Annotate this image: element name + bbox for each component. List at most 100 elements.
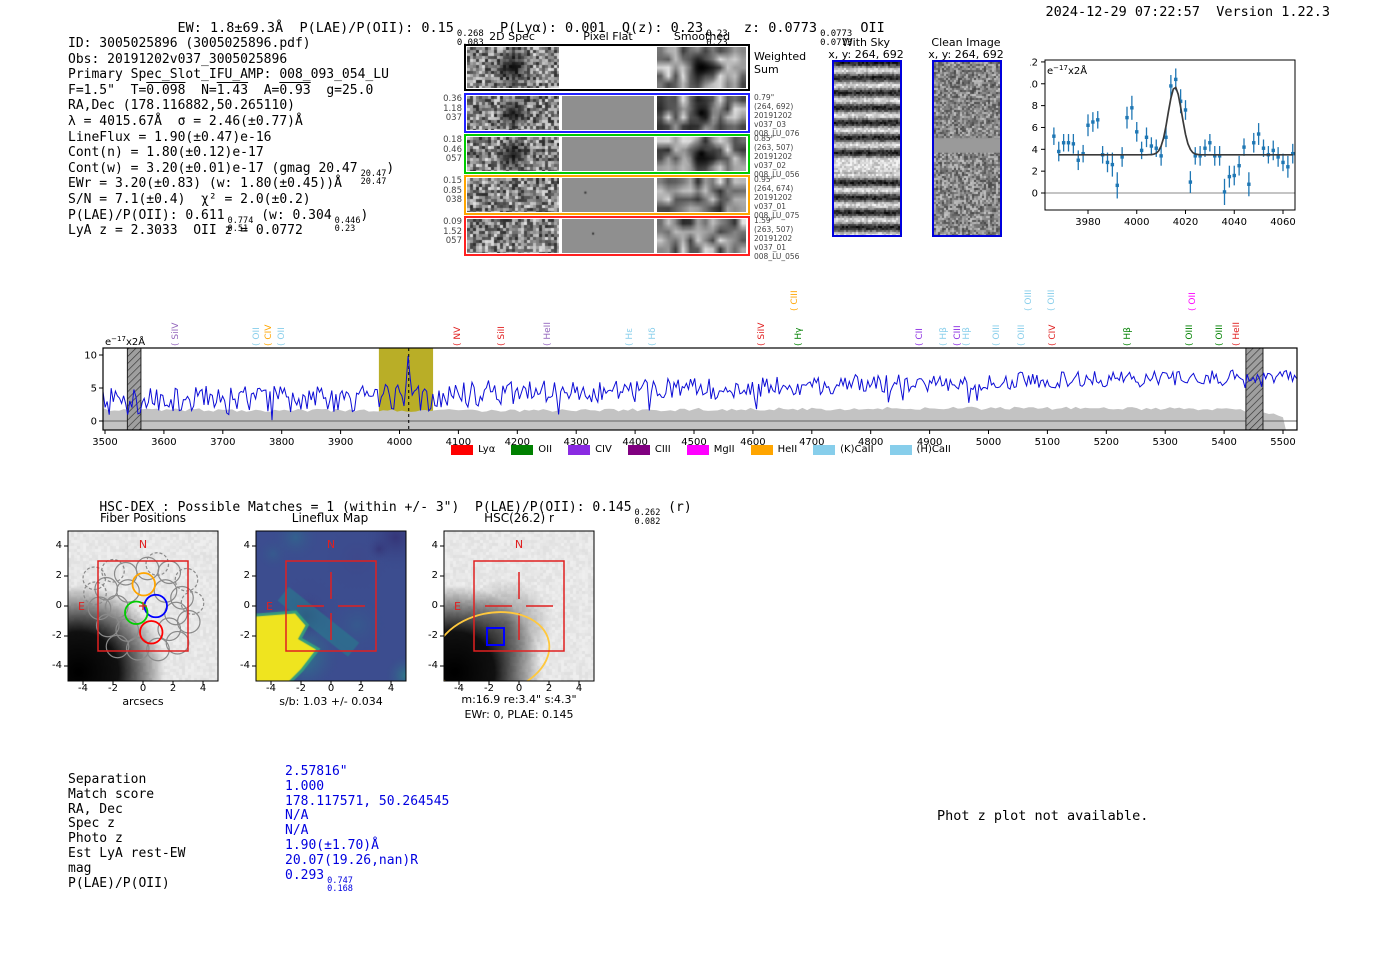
svg-text:N: N bbox=[515, 538, 523, 551]
svg-text:E: E bbox=[78, 600, 85, 613]
lineflux-map-title: Lineflux Map bbox=[250, 511, 410, 525]
svg-text:2: 2 bbox=[1032, 167, 1038, 178]
panel-ytick: -2 bbox=[230, 630, 250, 641]
2d-spec-cell bbox=[467, 137, 559, 171]
panel-xtick: -2 bbox=[101, 683, 125, 694]
legend-item-heii: HeII bbox=[751, 444, 798, 455]
line-label-nv: ( NV bbox=[452, 286, 464, 346]
panel-xtick: -2 bbox=[289, 683, 313, 694]
panel-ytick: 2 bbox=[42, 570, 62, 581]
timestamp-version: 2024-12-29 07:22:57 Version 1.22.3 bbox=[1046, 4, 1330, 20]
2d-spec-cell bbox=[467, 219, 559, 253]
line-label-hδ: ( Hδ bbox=[647, 286, 659, 346]
svg-text:0: 0 bbox=[91, 417, 97, 428]
line-label-oiii: ( OIII bbox=[1023, 251, 1035, 311]
spectrum-legend: LyαOIICIVCIIIMgIIHeII(K)CaII(H)CaII bbox=[105, 444, 1297, 455]
withsky-canvas bbox=[834, 62, 900, 235]
svg-text:4: 4 bbox=[1032, 145, 1038, 156]
legend-swatch bbox=[568, 445, 590, 455]
match-label: mag bbox=[68, 861, 91, 876]
legend-item-mgii: MgII bbox=[687, 444, 735, 455]
ew-value: EW: 1.8±69.3Å bbox=[178, 20, 284, 36]
fiber-positions-title: Fiber Positions bbox=[63, 511, 223, 525]
hsc-dex-errors: 0.2620.082 bbox=[635, 509, 661, 526]
match-label: RA, Dec bbox=[68, 802, 123, 817]
info-line: λ = 4015.67Å σ = 2.46(±0.77)Å bbox=[68, 114, 394, 130]
panel-ytick: -4 bbox=[42, 660, 62, 671]
svg-text:5: 5 bbox=[91, 384, 97, 395]
2d-spec-row bbox=[464, 93, 750, 133]
info-line: Primary Spec_Slot_IFU_AMP: 008_093_054_L… bbox=[68, 67, 394, 83]
panel-xtick: -4 bbox=[259, 683, 283, 694]
match-value: N/A bbox=[285, 823, 308, 838]
line-label-oii: ( OII bbox=[251, 286, 263, 346]
line-fit-chart: 39804000402040404060024681012e−17x2Å bbox=[1030, 45, 1320, 230]
hsc-xlabel-1: m:16.9 re:3.4" s:4.3" bbox=[419, 693, 619, 706]
legend-item-ly: Lyα bbox=[451, 444, 495, 455]
panel-xtick: 2 bbox=[349, 683, 373, 694]
2d-flat-cell bbox=[562, 47, 654, 88]
line-label-hβ: ( Hβ bbox=[961, 286, 973, 346]
line-label-heii: ( HeII bbox=[1231, 286, 1243, 346]
panel-xtick: 4 bbox=[191, 683, 215, 694]
fiber-overlay: NE bbox=[62, 525, 224, 691]
legend-item-oii: OII bbox=[511, 444, 552, 455]
svg-text:4060: 4060 bbox=[1270, 217, 1295, 228]
match-label: Match score bbox=[68, 787, 154, 802]
hsc-dex-filter: (r) bbox=[660, 500, 691, 515]
2d-smoothed-cell bbox=[657, 178, 746, 212]
panel-ytick: -4 bbox=[230, 660, 250, 671]
line-label-cii: ( CII bbox=[914, 286, 926, 346]
info-line: LineFlux = 1.90(±0.47)e-16 bbox=[68, 130, 394, 146]
match-value: 178.117571, 50.264545 bbox=[285, 794, 449, 809]
2d-spec-row bbox=[464, 134, 750, 174]
2d-row-annotation: 0.79"(264, 692)20191202v037_03008_LU_076 bbox=[754, 93, 826, 138]
2d-flat-cell bbox=[562, 96, 654, 130]
panel-ytick: 2 bbox=[418, 570, 438, 581]
line-label-hβ: ( Hβ bbox=[938, 286, 950, 346]
line-label-hβ: ( Hβ bbox=[1122, 286, 1134, 346]
legend-item-kcaii: (K)CaII bbox=[813, 444, 873, 455]
2d-spec-row bbox=[464, 44, 750, 91]
match-label: Spec z bbox=[68, 816, 115, 831]
2d-flat-cell bbox=[562, 219, 654, 253]
line-label-siii: ( SiII bbox=[496, 286, 508, 346]
2d-flat-cell bbox=[562, 178, 654, 212]
match-value: N/A bbox=[285, 808, 308, 823]
panel-xtick: 0 bbox=[131, 683, 155, 694]
line-label-oiii: ( OIII bbox=[1214, 286, 1226, 346]
line-label-civ: ( CIV bbox=[263, 286, 275, 346]
hsc-cutout-title: HSC(26.2) r bbox=[439, 511, 599, 525]
legend-item-ciii: CIII bbox=[628, 444, 671, 455]
panel-ytick: -2 bbox=[418, 630, 438, 641]
photz-notice: Phot z plot not available. bbox=[937, 808, 1148, 824]
panel-xtick: 2 bbox=[161, 683, 185, 694]
2d-smoothed-cell bbox=[657, 137, 746, 171]
legend-swatch bbox=[451, 445, 473, 455]
match-value: 0.2930.7470.168 bbox=[285, 868, 353, 894]
match-value: 1.000 bbox=[285, 779, 324, 794]
fiber-positions-panel: NE bbox=[68, 531, 218, 681]
legend-swatch bbox=[751, 445, 773, 455]
svg-text:N: N bbox=[139, 538, 147, 551]
line-label-hγ: ( Hγ bbox=[793, 286, 805, 346]
legend-swatch bbox=[890, 445, 912, 455]
2d-row-annotation: 0.85"(263, 507)20191202v037_02008_LU_056 bbox=[754, 134, 826, 179]
match-value: 1.90(±1.70)Å bbox=[285, 838, 379, 853]
info-line: S/N = 7.1(±0.4) χ² = 2.0(±0.2) bbox=[68, 192, 394, 208]
panel-ytick: 0 bbox=[418, 600, 438, 611]
panel-xtick: 0 bbox=[319, 683, 343, 694]
hsc-xlabel-2: EWr: 0, PLAE: 0.145 bbox=[419, 708, 619, 721]
svg-text:e−17x2Å: e−17x2Å bbox=[105, 335, 145, 348]
legend-swatch bbox=[511, 445, 533, 455]
svg-text:12: 12 bbox=[1030, 57, 1038, 68]
2d-spec-cell bbox=[467, 178, 559, 212]
match-label: Photo z bbox=[68, 831, 123, 846]
2d-spec-cell bbox=[467, 47, 559, 88]
lineflux-map-panel: NE bbox=[256, 531, 406, 681]
line-label-oii: ( OII bbox=[1187, 251, 1199, 311]
panel-ytick: -4 bbox=[418, 660, 438, 671]
2d-smoothed-cell bbox=[657, 96, 746, 130]
panel-ytick: 0 bbox=[230, 600, 250, 611]
legend-item-civ: CIV bbox=[568, 444, 612, 455]
